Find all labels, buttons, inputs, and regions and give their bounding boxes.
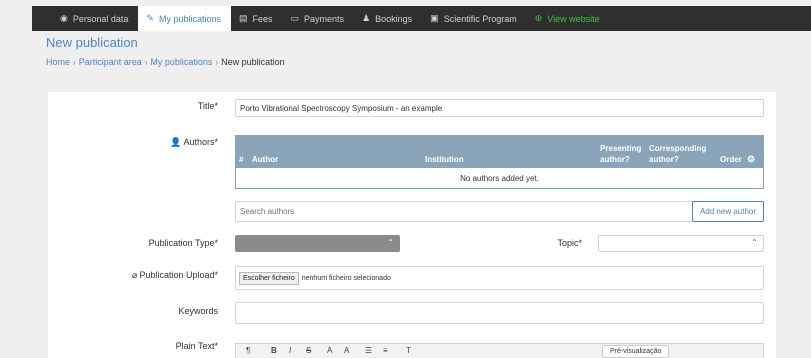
nav-scientific-program[interactable]: ▣ Scientific Program: [422, 6, 527, 31]
topic-label: Topic*: [557, 238, 582, 248]
paperclip-icon: ⌀: [132, 270, 138, 280]
preview-button[interactable]: Pré-visualização: [602, 345, 670, 358]
receipt-icon: ▤: [238, 13, 248, 23]
col-presenting-2: author?: [600, 155, 630, 164]
topic-select[interactable]: ⌃: [598, 235, 764, 252]
nav-my-publications[interactable]: ✎ My publications: [138, 6, 231, 31]
nav-personal-data[interactable]: ◉ Personal data: [52, 6, 138, 31]
user-plus-icon: ♟: [362, 13, 371, 23]
breadcrumb: Home › Participant area › My publication…: [46, 57, 285, 67]
strikethrough-icon[interactable]: S: [306, 346, 311, 355]
col-order: Order: [720, 155, 742, 164]
plain-text-label: Plain Text*: [175, 341, 218, 351]
publication-type-label: Publication Type*: [148, 238, 218, 248]
authors-label-text: Authors*: [183, 137, 218, 147]
nav-label: View website: [547, 13, 600, 24]
user-icon: 👤: [170, 137, 182, 147]
breadcrumb-my-publications[interactable]: My publications: [150, 57, 212, 67]
nav-label: Scientific Program: [443, 13, 517, 24]
gears-icon: ⚙: [747, 154, 756, 164]
user-circle-icon: ◉: [60, 13, 68, 23]
search-authors-input[interactable]: [236, 202, 692, 221]
paragraph-icon[interactable]: ¶: [246, 346, 250, 355]
col-corresponding-2: author?: [649, 155, 679, 164]
col-corresponding: Corresponding: [649, 144, 707, 153]
col-presenting: Presenting: [600, 144, 642, 153]
nav-bookings[interactable]: ♟ Bookings: [354, 6, 422, 31]
nav-view-website[interactable]: ⊕ View website: [527, 6, 610, 31]
file-upload: Escolher ficheiro nenhum ficheiro seleci…: [235, 266, 764, 290]
authors-empty-message: No authors added yet.: [236, 168, 763, 188]
breadcrumb-current: New publication: [221, 57, 285, 67]
money-icon: ▭: [290, 13, 300, 23]
col-number: #: [239, 155, 244, 164]
subscript-icon[interactable]: A: [344, 346, 349, 355]
nav-label: Fees: [252, 13, 273, 24]
nav-fees[interactable]: ▤ Fees: [231, 6, 283, 31]
editor-toolbar: ¶ B I S A A ☰ ≡ T Pré-visualização: [235, 343, 764, 358]
breadcrumb-home[interactable]: Home: [46, 57, 70, 67]
nav-label: Payments: [304, 13, 345, 24]
chevron-right-icon: ›: [144, 57, 148, 67]
keywords-label: Keywords: [178, 306, 218, 316]
authors-label: 👤 Authors*: [170, 137, 218, 148]
select-arrows-icon: ⌃: [387, 238, 394, 247]
top-navigation: ◉ Personal data ✎ My publications ▤ Fees…: [32, 6, 811, 31]
nav-label: My publications: [158, 13, 221, 24]
superscript-icon[interactable]: A: [327, 346, 332, 355]
authors-table: # Author Institution Presenting author? …: [235, 135, 764, 189]
publication-form: Title* Porto Vibrational Spectroscopy Sy…: [48, 92, 776, 358]
breadcrumb-participant-area[interactable]: Participant area: [79, 57, 142, 67]
edit-icon: ✎: [146, 13, 154, 23]
globe-icon: ⊕: [534, 13, 543, 23]
publication-type-select[interactable]: ⌃: [235, 235, 400, 252]
bold-icon[interactable]: B: [271, 346, 277, 355]
chevron-right-icon: ›: [215, 57, 219, 67]
clear-format-icon[interactable]: T: [406, 346, 411, 355]
add-new-author-button[interactable]: Add new author: [692, 201, 764, 222]
italic-icon[interactable]: I: [289, 346, 291, 355]
author-search: Add new author: [235, 201, 764, 222]
col-institution: Institution: [425, 155, 464, 164]
clipboard-icon: ▣: [430, 13, 439, 23]
col-author: Author: [252, 155, 279, 164]
title-label: Title*: [197, 101, 218, 111]
page-title: New publication: [46, 35, 138, 50]
keywords-input[interactable]: [235, 302, 764, 324]
upload-label: ⌀ Publication Upload*: [132, 270, 218, 281]
nav-payments[interactable]: ▭ Payments: [283, 6, 355, 31]
select-arrows-icon: ⌃: [751, 238, 758, 247]
choose-file-button[interactable]: Escolher ficheiro: [239, 271, 299, 285]
bullet-list-icon[interactable]: ☰: [365, 346, 372, 355]
chevron-right-icon: ›: [73, 57, 76, 67]
numbered-list-icon[interactable]: ≡: [383, 346, 388, 355]
upload-label-text: Publication Upload*: [139, 270, 218, 280]
authors-table-header: # Author Institution Presenting author? …: [236, 136, 763, 168]
title-input[interactable]: Porto Vibrational Spectroscopy Symposium…: [235, 99, 764, 117]
nav-label: Personal data: [72, 13, 129, 24]
nav-label: Bookings: [375, 13, 413, 24]
file-status: nenhum ficheiro selecionado: [301, 274, 391, 282]
